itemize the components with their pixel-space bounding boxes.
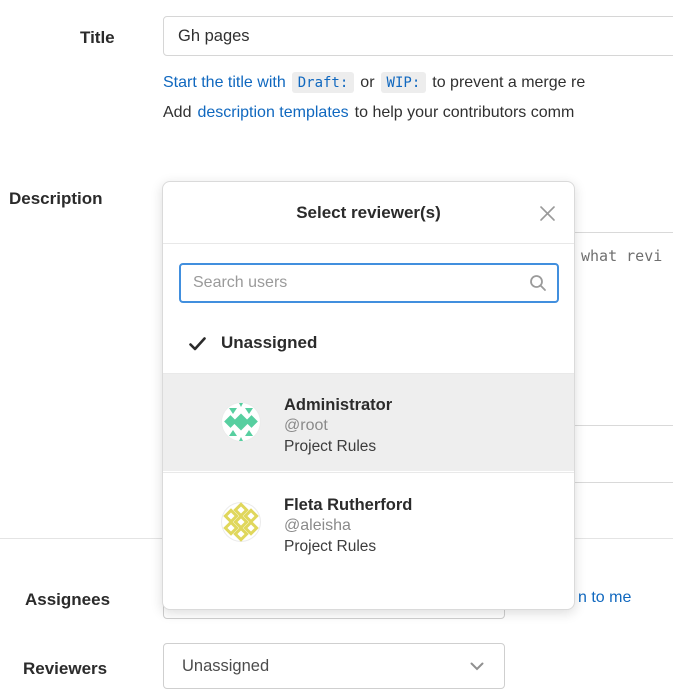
user-username: @root bbox=[284, 417, 328, 435]
modal-title: Select reviewer(s) bbox=[163, 203, 574, 223]
templates-help-suffix: to help your contributors comm bbox=[355, 104, 575, 122]
unassigned-option[interactable]: Unassigned bbox=[163, 321, 574, 373]
assign-to-me-link[interactable]: n to me bbox=[578, 589, 631, 607]
search-users-input[interactable] bbox=[179, 263, 559, 303]
templates-help-prefix: Add bbox=[163, 104, 191, 122]
wip-code-chip[interactable]: WIP: bbox=[381, 72, 427, 93]
avatar bbox=[221, 402, 261, 442]
title-help-or: or bbox=[360, 74, 374, 92]
reviewers-label: Reviewers bbox=[23, 659, 107, 679]
reviewers-select-value: Unassigned bbox=[164, 657, 269, 676]
user-name: Administrator bbox=[284, 396, 392, 415]
user-item-administrator[interactable]: Administrator @root Project Rules bbox=[163, 374, 574, 471]
draft-code-chip[interactable]: Draft: bbox=[292, 72, 355, 93]
description-label: Description bbox=[9, 189, 103, 209]
user-project: Project Rules bbox=[284, 538, 376, 556]
check-icon bbox=[189, 337, 206, 351]
unassigned-label: Unassigned bbox=[221, 333, 317, 353]
assignees-label: Assignees bbox=[25, 590, 110, 610]
new-merge-request-form: Title Start the title with Draft: or WIP… bbox=[0, 0, 673, 700]
description-templates-link[interactable]: description templates bbox=[197, 104, 348, 122]
search-icon bbox=[529, 274, 547, 292]
modal-header: Select reviewer(s) bbox=[163, 182, 574, 244]
reviewers-select[interactable]: Unassigned bbox=[163, 643, 505, 689]
description-textarea-text: what revi bbox=[581, 247, 662, 265]
list-divider bbox=[163, 472, 574, 473]
chevron-down-icon bbox=[470, 662, 484, 671]
user-name: Fleta Rutherford bbox=[284, 496, 412, 515]
templates-help-text: Add description templates to help your c… bbox=[163, 104, 574, 122]
title-help-text: Start the title with Draft: or WIP: to p… bbox=[163, 72, 585, 93]
select-reviewers-modal: Select reviewer(s) Unassigned bbox=[162, 181, 575, 610]
user-item-fleta[interactable]: Fleta Rutherford @aleisha Project Rules bbox=[163, 474, 574, 571]
avatar bbox=[221, 502, 261, 542]
user-project: Project Rules bbox=[284, 438, 376, 456]
draft-help-link[interactable]: Start the title with bbox=[163, 74, 286, 92]
title-help-suffix: to prevent a merge re bbox=[432, 74, 585, 92]
user-username: @aleisha bbox=[284, 517, 351, 535]
close-icon[interactable] bbox=[539, 205, 556, 222]
title-label: Title bbox=[80, 28, 115, 48]
title-input[interactable] bbox=[163, 16, 673, 56]
